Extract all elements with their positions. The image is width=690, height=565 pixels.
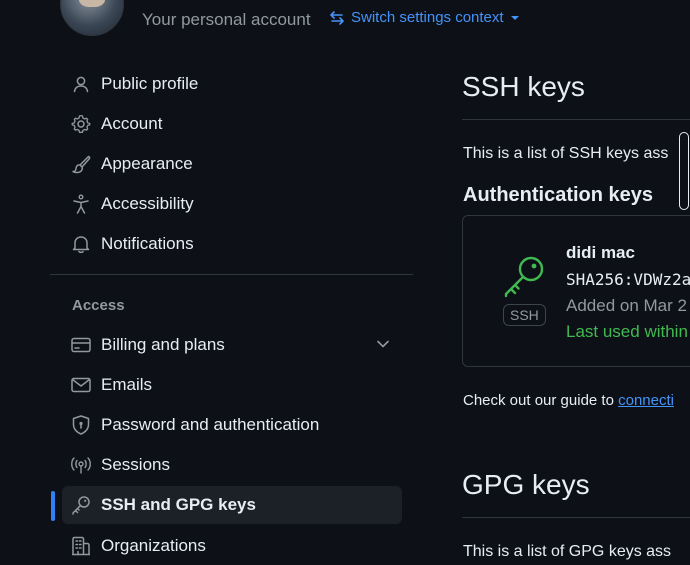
credit-card-icon bbox=[70, 334, 92, 356]
gpg-keys-description: This is a list of GPG keys ass bbox=[463, 543, 672, 560]
sidebar-item-organizations[interactable]: Organizations bbox=[62, 527, 402, 565]
ssh-key-title: didi mac bbox=[566, 243, 635, 262]
ssh-keys-description: This is a list of SSH keys ass bbox=[463, 145, 669, 162]
avatar-face bbox=[79, 0, 105, 7]
sidebar-divider bbox=[50, 274, 413, 275]
bell-icon bbox=[70, 233, 92, 255]
accessibility-icon bbox=[70, 193, 92, 215]
paintbrush-icon bbox=[70, 153, 92, 175]
sidebar-item-label: Accessibility bbox=[101, 194, 194, 213]
sidebar-item-label: SSH and GPG keys bbox=[101, 495, 256, 514]
ssh-key-fingerprint: SHA256:VDWz2a2 bbox=[566, 270, 690, 289]
sidebar-item-label: Appearance bbox=[101, 154, 193, 173]
arrow-switch-icon bbox=[329, 10, 345, 26]
broadcast-icon bbox=[70, 454, 92, 476]
sidebar-item-sessions[interactable]: Sessions bbox=[62, 446, 402, 484]
mail-icon bbox=[70, 374, 92, 396]
key-icon bbox=[503, 254, 547, 303]
shield-lock-icon bbox=[70, 414, 92, 436]
ssh-key-added-date: Added on Mar 2 bbox=[566, 296, 687, 315]
sidebar-item-emails[interactable]: Emails bbox=[62, 366, 402, 404]
sidebar-item-public-profile[interactable]: Public profile bbox=[62, 65, 402, 103]
gpg-keys-title: GPG keys bbox=[462, 469, 590, 500]
sidebar-item-label: Sessions bbox=[101, 455, 170, 474]
active-indicator bbox=[51, 491, 55, 521]
account-type-label: Your personal account bbox=[142, 10, 311, 29]
authentication-keys-heading: Authentication keys bbox=[463, 184, 654, 206]
sidebar-item-ssh-gpg-keys[interactable]: SSH and GPG keys bbox=[62, 486, 402, 524]
sidebar-item-label: Organizations bbox=[101, 536, 206, 555]
person-icon bbox=[70, 73, 92, 95]
sidebar-item-account[interactable]: Account bbox=[62, 105, 402, 143]
switch-settings-context-button[interactable]: Switch settings context bbox=[329, 9, 520, 26]
sidebar-item-appearance[interactable]: Appearance bbox=[62, 145, 402, 183]
ssh-key-last-used: Last used within bbox=[566, 322, 688, 341]
scrollbar[interactable] bbox=[679, 132, 689, 210]
sidebar-item-label: Billing and plans bbox=[101, 335, 225, 354]
switch-settings-context-label: Switch settings context bbox=[351, 9, 504, 26]
sidebar-item-label: Password and authentication bbox=[101, 415, 320, 434]
sidebar-item-accessibility[interactable]: Accessibility bbox=[62, 185, 402, 223]
guide-link[interactable]: connecti bbox=[618, 392, 674, 409]
sidebar-item-label: Emails bbox=[101, 375, 153, 394]
sidebar-section-heading: Access bbox=[72, 297, 125, 314]
sidebar-item-billing[interactable]: Billing and plans bbox=[62, 326, 402, 364]
avatar[interactable] bbox=[60, 0, 124, 36]
sidebar-item-label: Public profile bbox=[101, 74, 199, 93]
sidebar-item-label: Account bbox=[101, 114, 163, 133]
sidebar-item-password-authentication[interactable]: Password and authentication bbox=[62, 406, 402, 444]
ssh-keys-title: SSH keys bbox=[462, 71, 585, 102]
chevron-down-icon[interactable] bbox=[376, 336, 390, 356]
caret-down-icon bbox=[510, 13, 520, 23]
key-icon bbox=[70, 494, 92, 516]
guide-text: Check out our guide to connecti bbox=[463, 392, 674, 409]
guide-prefix: Check out our guide to bbox=[463, 392, 619, 409]
organization-icon bbox=[70, 535, 92, 557]
gpg-title-rule bbox=[462, 517, 690, 518]
ssh-key-card bbox=[462, 215, 690, 367]
gear-icon bbox=[70, 113, 92, 135]
ssh-title-rule bbox=[462, 119, 690, 120]
ssh-badge: SSH bbox=[503, 304, 546, 326]
sidebar-item-notifications[interactable]: Notifications bbox=[62, 225, 402, 263]
sidebar-item-label: Notifications bbox=[101, 234, 194, 253]
